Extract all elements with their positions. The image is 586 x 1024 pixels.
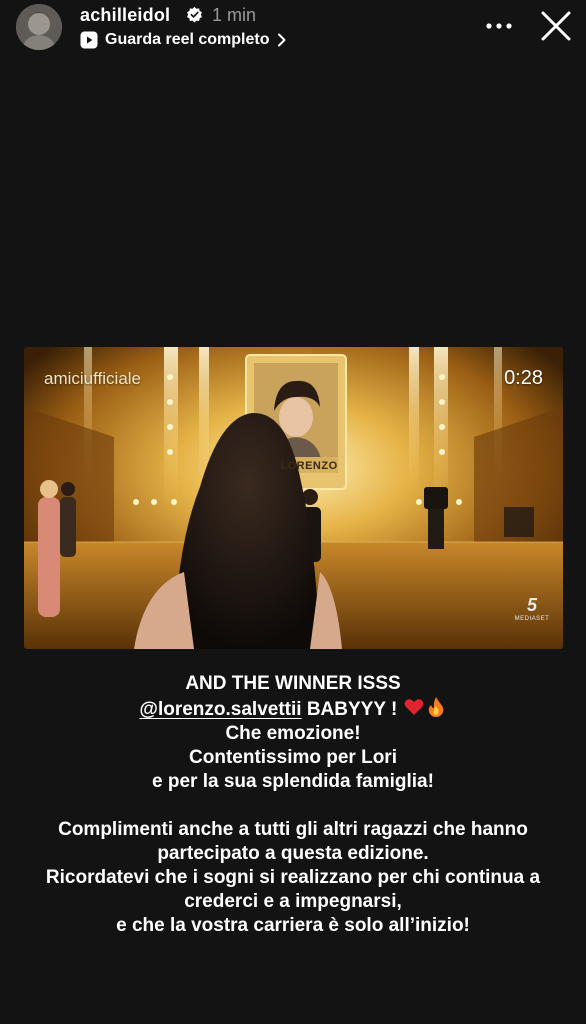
channel-watermark: 5 MEDIASET — [512, 595, 552, 622]
caption-line: Complimenti anche a tutti gli altri raga… — [58, 819, 528, 840]
reel-video-preview[interactable]: amiciufficiale 0:28 LORENZO 5 MEDIASET — [24, 347, 563, 649]
caption-text: BABYYY ! — [301, 699, 403, 720]
contestant-card-name: LORENZO — [280, 460, 338, 472]
watch-full-reel-label: Guarda reel completo — [105, 31, 270, 48]
heart-emoji-icon — [404, 699, 423, 715]
caption-line: Che emozione! — [225, 723, 361, 744]
chevron-right-icon — [277, 33, 285, 47]
story-caption: AND THE WINNER ISSS @lorenzo.salvettii B… — [0, 672, 586, 938]
caption-line: Ricordatevi che i sogni si realizzano pe… — [45, 867, 541, 888]
watermark-number: 5 — [526, 595, 537, 615]
video-channel-name: amiciufficiale — [44, 369, 142, 388]
watermark-brand: MEDIASET — [514, 616, 550, 622]
caption-line: Contentissimo per Lori — [189, 747, 397, 768]
caption-line: @lorenzo.salvettii BABYYY ! — [0, 696, 586, 722]
story-header: achilleidol 1 min Guarda reel completo — [0, 0, 586, 60]
caption-line: crederci e a impegnarsi, — [184, 891, 402, 912]
verified-badge-icon — [187, 6, 202, 23]
close-icon[interactable] — [538, 8, 574, 44]
more-icon[interactable] — [484, 16, 514, 36]
caption-line: e che la vostra carriera è solo all’iniz… — [116, 915, 470, 936]
fire-emoji-icon — [428, 697, 443, 717]
stage-scene — [24, 347, 563, 649]
username[interactable]: achilleidol — [80, 5, 170, 26]
caption-line: partecipato a questa edizione. — [157, 843, 429, 864]
avatar[interactable] — [16, 4, 62, 50]
mention-link[interactable]: @lorenzo.salvettii — [139, 699, 301, 720]
caption-line: e per la sua splendida famiglia! — [152, 771, 434, 792]
watch-full-reel-link[interactable]: Guarda reel completo — [80, 29, 287, 51]
post-time: 1 min — [212, 5, 257, 25]
caption-line: AND THE WINNER ISSS — [185, 673, 401, 694]
video-timestamp: 0:28 — [504, 367, 543, 389]
reel-icon — [80, 31, 98, 49]
